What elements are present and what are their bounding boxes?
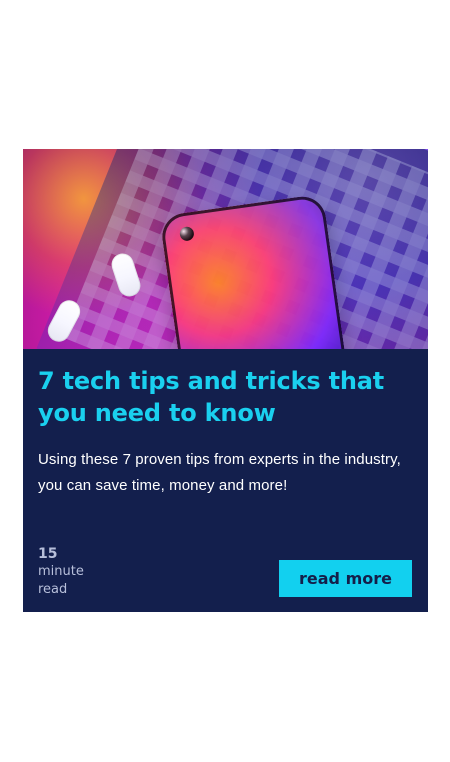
read-time-number: 15 (38, 546, 58, 562)
read-time-unit-line2: read (38, 582, 68, 597)
card-description: Using these 7 proven tips from experts i… (38, 451, 401, 494)
card-content: 7 tech tips and tricks that you need to … (38, 365, 413, 499)
article-card: 7 tech tips and tricks that you need to … (23, 149, 428, 612)
read-more-button[interactable]: read more (279, 560, 412, 597)
phone-photo (159, 193, 352, 349)
camera-lens (178, 225, 195, 242)
read-time-unit-line1: minute (38, 564, 84, 579)
card-title: 7 tech tips and tricks that you need to … (38, 367, 384, 427)
read-time: 15 minute read (38, 546, 118, 598)
hero-image (23, 149, 428, 349)
